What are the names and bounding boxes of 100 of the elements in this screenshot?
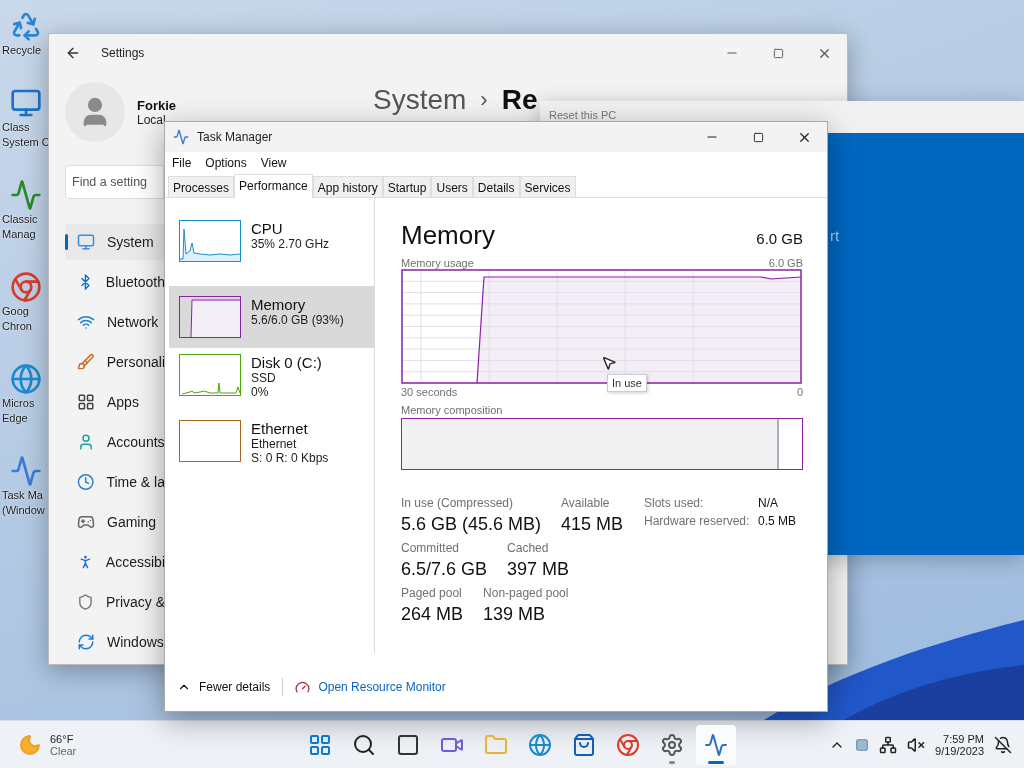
nav-icon [77, 633, 95, 651]
nav-item[interactable]: Accessibi [65, 544, 165, 580]
resource-detail: 5.6/6.0 GB (93%) [251, 313, 344, 327]
weather-condition: Clear [50, 744, 77, 757]
dialog-title: Reset this PC [549, 109, 617, 121]
breadcrumb-parent[interactable]: System [373, 84, 467, 116]
user-name: Forkie [137, 97, 176, 113]
nav-item[interactable]: Windows [65, 624, 165, 660]
resource-item[interactable]: Memory 5.6/6.0 GB (93%) [169, 286, 374, 348]
menu-item[interactable]: Options [205, 156, 247, 170]
desktop-app-icon[interactable] [10, 455, 42, 487]
stat-label: Cached [507, 541, 550, 555]
account-type: Local [137, 112, 167, 127]
stat-label: Paged pool [401, 586, 463, 600]
fewer-details-button[interactable]: Fewer details [177, 680, 271, 694]
stat-value: 397 MB [507, 559, 570, 580]
nav-item[interactable]: Time & la [65, 464, 165, 500]
nav-icon [77, 313, 95, 331]
network-icon[interactable] [879, 735, 898, 754]
tooltip: In use [607, 374, 647, 392]
nav-item[interactable]: Bluetooth [65, 264, 165, 300]
dialog-text: rt [830, 227, 840, 244]
tab[interactable]: Startup [382, 176, 432, 197]
nav-item[interactable]: System [65, 224, 165, 260]
composition-label: Memory composition [401, 404, 504, 416]
nav-item[interactable]: Personali [65, 344, 165, 380]
nav-item[interactable]: Network [65, 304, 165, 340]
nav-icon [77, 473, 95, 491]
desktop-icon-label: Task Ma [2, 489, 43, 502]
nav-item[interactable]: Privacy & [65, 584, 165, 620]
nav-icon [77, 593, 94, 611]
resource-detail: 35% 2.70 GHz [251, 237, 330, 251]
stat-value: 5.6 GB (45.6 MB) [401, 514, 542, 535]
tab[interactable]: Details [472, 176, 520, 197]
notification-icon[interactable] [994, 735, 1012, 754]
desktop-app-icon[interactable] [10, 271, 42, 303]
desktop-app-icon[interactable] [10, 10, 42, 42]
stat-label: In use (Compressed) [401, 496, 515, 510]
desktop-app-icon[interactable] [10, 87, 42, 119]
stat-label: Hardware reserved: [644, 514, 751, 528]
stat-label: Slots used: [644, 496, 705, 510]
resource-detail: Ethernet [251, 437, 298, 451]
maximize-icon[interactable] [752, 131, 764, 143]
desktop-icon-label: Chron [2, 320, 32, 333]
stat-value: 415 MB [561, 514, 624, 535]
desktop-icon-label: Edge [2, 412, 28, 425]
graph-max-label: 6.0 GB [768, 257, 803, 269]
stat-label: Non-paged pool [483, 586, 569, 600]
page-title: Re [501, 84, 538, 116]
nav-icon [77, 393, 95, 411]
resource-detail: S: 0 R: 0 Kbps [251, 451, 329, 465]
desktop-icon-label: (Window [2, 504, 45, 517]
tab[interactable]: Services [519, 176, 576, 197]
stat-value: 6.5/7.6 GB [401, 559, 488, 580]
total-memory: 6.0 GB [756, 230, 803, 247]
maximize-icon[interactable] [772, 47, 784, 59]
app-icon [173, 129, 189, 145]
resource-item[interactable]: CPU 35% 2.70 GHz [169, 220, 374, 280]
desktop-app-icon[interactable] [10, 179, 42, 211]
resource-item[interactable]: Ethernet Ethernet S: 0 R: 0 Kbps [169, 420, 374, 480]
resource-detail: 0% [251, 385, 270, 399]
muted-volume-icon[interactable] [907, 735, 926, 754]
tab[interactable]: Processes [168, 176, 235, 197]
menu-item[interactable]: View [260, 156, 287, 170]
resource-name: Disk 0 (C:) [251, 354, 322, 371]
resource-item[interactable]: Disk 0 (C:) SSD 0% [169, 354, 374, 414]
stat-value: 0.5 MB [758, 514, 797, 528]
desktop-icon-label: Class [2, 121, 30, 134]
mouse-pointer-icon [601, 355, 617, 371]
tray-app-icon[interactable] [855, 737, 870, 752]
axis-label: 30 seconds [401, 386, 458, 398]
nav-icon [77, 353, 95, 371]
resource-monitor-link[interactable]: Open Resource Monitor [318, 680, 446, 694]
menu-item[interactable]: File [172, 156, 192, 170]
nav-item[interactable]: Apps [65, 384, 165, 420]
clock-date[interactable]: 9/19/2023 [935, 744, 984, 757]
desktop-icon-label: Classic [2, 213, 38, 226]
desktop-icon-label: Goog [2, 305, 29, 318]
stat-value: 264 MB [401, 604, 464, 625]
temperature: 66°F [50, 732, 75, 745]
tab[interactable]: App history [312, 176, 383, 197]
tab[interactable]: Users [431, 176, 473, 197]
stat-label: Committed [401, 541, 460, 555]
nav-icon [77, 233, 95, 251]
nav-item[interactable]: Gaming [65, 504, 165, 540]
back-icon[interactable] [65, 45, 81, 61]
desktop-icon-label: Recycle [2, 44, 42, 57]
nav-icon [77, 513, 95, 531]
detail-title: Memory [401, 220, 495, 251]
resource-name: CPU [251, 220, 284, 237]
resource-name: Ethernet [251, 420, 309, 437]
clock-time[interactable]: 7:59 PM [943, 732, 984, 745]
axis-label: 0 [796, 386, 803, 398]
search-field[interactable]: Find a setting [65, 165, 164, 199]
nav-item[interactable]: Accounts [65, 424, 165, 460]
graph-label: Memory usage [401, 257, 474, 269]
stat-label: Available [561, 496, 611, 510]
desktop-app-icon[interactable] [10, 363, 42, 395]
gauge-icon [295, 679, 311, 695]
tab[interactable]: Performance [234, 174, 313, 198]
